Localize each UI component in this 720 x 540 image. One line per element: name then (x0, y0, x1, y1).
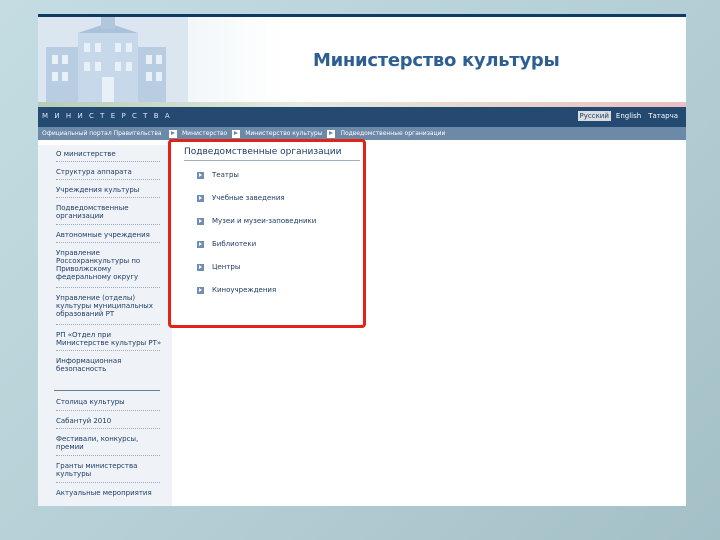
sidebar-divider (56, 161, 160, 162)
sidebar-divider (56, 455, 160, 456)
breadcrumb-arrow-icon (169, 129, 177, 138)
org-item-label: Театры (212, 171, 239, 179)
site-header: Министерство культуры (38, 17, 686, 102)
sidebar-item-events[interactable]: Актуальные мероприятия (56, 489, 164, 497)
sidebar-divider (56, 428, 160, 429)
sidebar-item-capital[interactable]: Столица культуры (56, 398, 164, 406)
sidebar-separator (54, 390, 160, 391)
title-divider (184, 160, 360, 161)
org-item-label: Музеи и музеи-заповедники (212, 217, 317, 225)
org-item-label: Учебные заведения (212, 194, 285, 202)
sidebar-divider (56, 224, 160, 225)
sidebar-item-department[interactable]: РП «Отдел при Министерстве культуры РТ» (56, 331, 164, 347)
sidebar-divider (56, 410, 160, 411)
sidebar-item-security[interactable]: Информационная безопасность (56, 357, 164, 373)
sidebar-item-institutions[interactable]: Учреждения культуры (56, 186, 164, 194)
arrow-right-icon (197, 217, 204, 225)
sidebar-item-structure[interactable]: Структура аппарата (56, 168, 164, 176)
org-item-schools[interactable]: Учебные заведения (197, 194, 285, 202)
breadcrumb-arrow-icon (327, 129, 336, 138)
org-item-label: Библиотеки (212, 240, 257, 248)
menu-bar: МИНИСТЕРСТВА Русский English Татарча (38, 107, 686, 127)
sidebar-divider (56, 197, 160, 198)
arrow-right-icon (197, 263, 204, 271)
sidebar-item-autonomous[interactable]: Автономные учреждения (56, 231, 164, 239)
org-item-label: Киноучреждения (212, 286, 277, 294)
sidebar-item-municipal[interactable]: Управление (отделы) культуры муниципальн… (56, 294, 164, 318)
org-item-centres[interactable]: Центры (197, 263, 240, 271)
sidebar-divider (56, 350, 160, 351)
arrow-right-icon (197, 194, 204, 202)
sidebar-divider (56, 242, 160, 243)
sidebar-divider (56, 482, 160, 483)
highlight-box (168, 139, 366, 328)
sidebar-item-grants[interactable]: Гранты министерства культуры (56, 462, 164, 478)
arrow-right-icon (197, 171, 204, 179)
lang-russian[interactable]: Русский (577, 111, 611, 121)
org-item-label: Центры (212, 263, 241, 271)
page-title: Подведомственные организации (184, 147, 342, 157)
lang-english[interactable]: English (614, 111, 643, 121)
breadcrumb-portal-link[interactable]: Официальный портал Правительства (38, 130, 164, 137)
sidebar-item-subordinate[interactable]: Подведомственные организации (56, 204, 164, 220)
arrow-right-icon (197, 286, 204, 294)
org-item-theatres[interactable]: Театры (197, 171, 239, 179)
browser-page: Министерство культуры МИНИСТЕРСТВА Русск… (38, 14, 686, 506)
org-item-museums[interactable]: Музеи и музеи-заповедники (197, 217, 316, 225)
sidebar-item-rosokhrankultura[interactable]: Управление Россохранкультуры по Приволжс… (56, 249, 164, 281)
sidebar-item-about[interactable]: О министерстве (56, 150, 164, 158)
lang-tatar[interactable]: Татарча (646, 111, 680, 121)
arrow-right-icon (197, 240, 204, 248)
breadcrumb-item[interactable]: Министерство культуры (245, 130, 322, 137)
sidebar-item-festivals[interactable]: Фестивали, конкурсы, премии (56, 435, 164, 451)
sidebar: О министерстве Структура аппарата Учрежд… (38, 145, 172, 506)
org-item-cinemas[interactable]: Киноучреждения (197, 286, 276, 294)
sidebar-divider (56, 179, 160, 180)
menu-bar-word: МИНИСТЕРСТВА (42, 112, 176, 120)
sidebar-divider (56, 324, 160, 325)
breadcrumb-item-current: Подведомственные организации (340, 130, 446, 137)
site-title: Министерство культуры (313, 50, 560, 71)
breadcrumb-arrow-icon (232, 129, 241, 138)
language-switcher: Русский English Татарча (577, 111, 680, 121)
sidebar-item-sabantuy[interactable]: Сабантуй 2010 (56, 417, 164, 425)
org-item-libraries[interactable]: Библиотеки (197, 240, 256, 248)
sidebar-divider (56, 287, 160, 288)
breadcrumb-item[interactable]: Министерство (182, 130, 227, 137)
building-logo-icon (38, 17, 188, 102)
